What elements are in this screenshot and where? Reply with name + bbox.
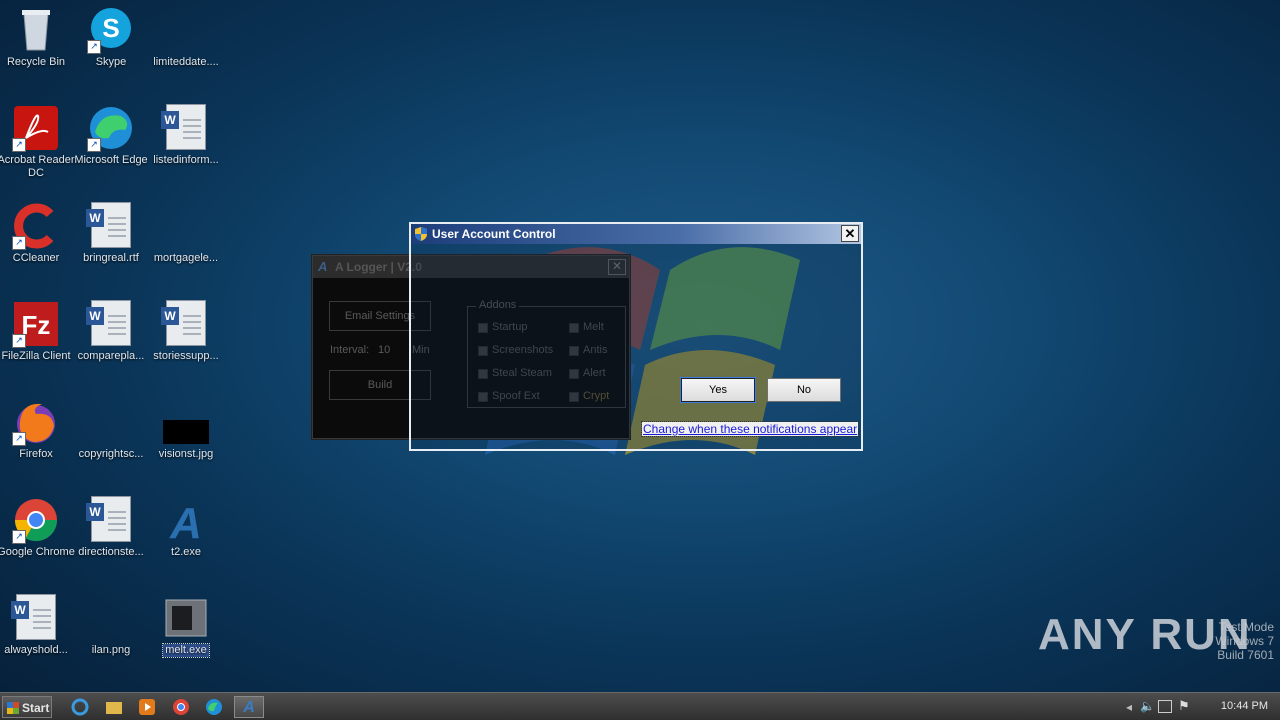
uac-titlebar[interactable]: User Account Control ✕ [411,224,861,244]
start-button[interactable]: Start [2,696,52,718]
desktop-icon-firefox[interactable]: ↗ Firefox [0,398,75,461]
blank-file-icon [162,6,210,54]
taskbar-chrome-icon[interactable] [167,696,195,718]
recycle-bin-icon [12,6,60,54]
ccleaner-icon: ↗ [12,202,60,250]
desktop-icon-ccleaner[interactable]: ↗ CCleaner [0,202,75,265]
a-logger-exe-icon: A [162,496,210,548]
desktop-icon-acrobat[interactable]: ↗ Acrobat Reader DC [0,104,75,180]
shortcut-arrow-icon: ↗ [87,138,101,152]
edge-icon: ↗ [87,104,135,152]
melt-exe-icon [162,594,210,642]
taskbar-clock[interactable]: 10:44 PM [1221,700,1268,712]
shortcut-arrow-icon: ↗ [12,334,26,348]
volume-icon[interactable]: 🔈 [1140,699,1155,713]
desktop-icon-visionst[interactable]: visionst.jpg [147,398,225,461]
interval-input[interactable]: 10 [378,344,390,356]
desktop-icon-comparepla[interactable]: W comparepla... [72,300,150,363]
word-document-icon: W [161,300,210,348]
word-document-icon: W [161,104,210,152]
taskbar-a-logger-icon[interactable]: A [234,696,264,718]
desktop-icon-bringreal[interactable]: W bringreal.rtf [72,202,150,265]
desktop-icon-edge[interactable]: ↗ Microsoft Edge [72,104,150,167]
taskbar-edge-icon[interactable] [200,696,228,718]
shortcut-arrow-icon: ↗ [12,236,26,250]
desktop-icon-directionste[interactable]: W directionste... [72,496,150,559]
uac-dialog: User Account Control ✕ Yes No Change whe… [409,222,863,451]
shortcut-arrow-icon: ↗ [12,530,26,544]
uac-close-button[interactable]: ✕ [841,225,859,242]
chrome-icon: ↗ [12,496,60,544]
watermark-line-2: Windows 7 [1215,634,1274,648]
shortcut-arrow-icon: ↗ [12,138,26,152]
uac-shield-icon [415,227,427,241]
system-tray: ◂ 🔈 ⚑ 10:44 PM [1120,693,1280,720]
shortcut-arrow-icon: ↗ [87,40,101,54]
watermark-line-3: Build 7601 [1217,648,1274,662]
blank-file-icon [162,202,210,250]
interval-label: Interval: [330,344,370,356]
word-document-icon: W [11,594,60,642]
desktop: Recycle Bin S ↗ Skype limiteddate.... ↗ … [0,0,1280,692]
desktop-icon-alwayshold[interactable]: W alwayshold... [0,594,75,657]
desktop-icon-copyrightsc[interactable]: copyrightsc... [72,398,150,461]
image-file-icon [162,398,210,446]
desktop-icon-ilan-png[interactable]: ilan.png [72,594,150,657]
desktop-icon-t2-exe[interactable]: A t2.exe [147,496,225,559]
desktop-icon-chrome[interactable]: ↗ Google Chrome [0,496,75,559]
change-notifications-link[interactable]: Change when these notifications appear [640,421,860,437]
network-icon[interactable] [1158,700,1172,713]
test-mode-watermark: Test Mode Windows 7 Build 7601 [1215,620,1274,662]
word-document-icon: W [86,496,135,544]
firefox-icon: ↗ [12,398,60,446]
desktop-icon-melt-exe[interactable]: melt.exe [147,594,225,658]
filezilla-icon: Fz ↗ [12,300,60,348]
word-document-icon: W [86,300,135,348]
desktop-icon-limiteddate[interactable]: limiteddate.... [147,6,225,69]
taskbar-media-player-icon[interactable] [133,696,161,718]
desktop-icon-recycle-bin[interactable]: Recycle Bin [0,6,75,69]
taskbar: Start A ◂ 🔈 ⚑ 10:44 PM [0,692,1280,720]
desktop-icon-filezilla[interactable]: Fz ↗ FileZilla Client [0,300,75,363]
no-button[interactable]: No [767,378,841,402]
acrobat-icon: ↗ [12,104,60,152]
desktop-icon-mortgagele[interactable]: mortgagele... [147,202,225,265]
yes-button[interactable]: Yes [680,377,756,403]
a-logger-app-icon: A [318,259,328,274]
skype-icon: S ↗ [87,6,135,54]
word-document-icon: W [86,202,135,250]
desktop-icon-storiessupp[interactable]: W storiessupp... [147,300,225,363]
blank-file-icon [87,594,135,642]
windows-flag-icon [7,702,19,714]
taskbar-ie-icon[interactable] [66,696,94,718]
blank-file-icon [87,398,135,446]
shortcut-arrow-icon: ↗ [12,432,26,446]
uac-title: User Account Control [432,227,556,241]
action-center-flag-icon[interactable]: ⚑ [1178,698,1190,714]
watermark-line-1: Test Mode [1218,620,1274,634]
svg-text:S: S [102,13,119,43]
taskbar-explorer-icon[interactable] [100,696,128,718]
desktop-icon-skype[interactable]: S ↗ Skype [72,6,150,69]
show-hidden-icons-icon[interactable]: ◂ [1126,700,1132,714]
desktop-icon-listedinform[interactable]: W listedinform... [147,104,225,167]
svg-text:A: A [169,499,202,544]
start-label: Start [22,701,50,715]
